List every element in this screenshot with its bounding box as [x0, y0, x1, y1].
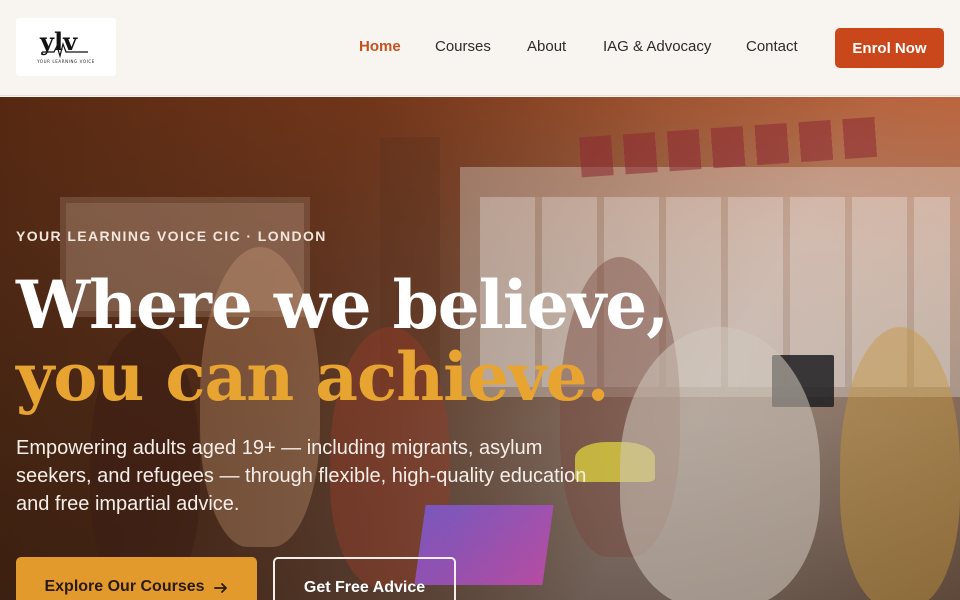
hero-photo-person	[620, 327, 820, 600]
arrow-right-icon	[213, 583, 227, 593]
explore-courses-button[interactable]: Explore Our Courses	[16, 557, 257, 600]
nav-home[interactable]: Home	[359, 38, 401, 55]
nav-contact[interactable]: Contact	[746, 38, 798, 55]
site-header: ylv YOUR LEARNING VOICE Home Courses Abo…	[0, 0, 960, 96]
nav-about[interactable]: About	[527, 38, 566, 55]
logo-wordmark: YOUR LEARNING VOICE	[37, 59, 95, 64]
nav-iag-advocacy[interactable]: IAG & Advocacy	[603, 38, 711, 55]
hero-headline-line1: Where we believe,	[16, 266, 669, 344]
site-logo[interactable]: ylv YOUR LEARNING VOICE	[16, 18, 116, 76]
explore-courses-label: Explore Our Courses	[44, 578, 205, 595]
hero-eyebrow: YOUR LEARNING VOICE CIC · LONDON	[16, 228, 327, 244]
logo-mark-icon: ylv	[39, 27, 88, 58]
nav-courses[interactable]: Courses	[435, 38, 491, 55]
hero-lead: Empowering adults aged 19+ — including m…	[16, 437, 587, 515]
get-free-advice-button[interactable]: Get Free Advice	[273, 557, 456, 600]
enrol-now-button[interactable]: Enrol Now	[835, 28, 944, 68]
hero-headline-line2: you can achieve.	[16, 338, 610, 416]
hero-photo-person	[840, 327, 960, 600]
